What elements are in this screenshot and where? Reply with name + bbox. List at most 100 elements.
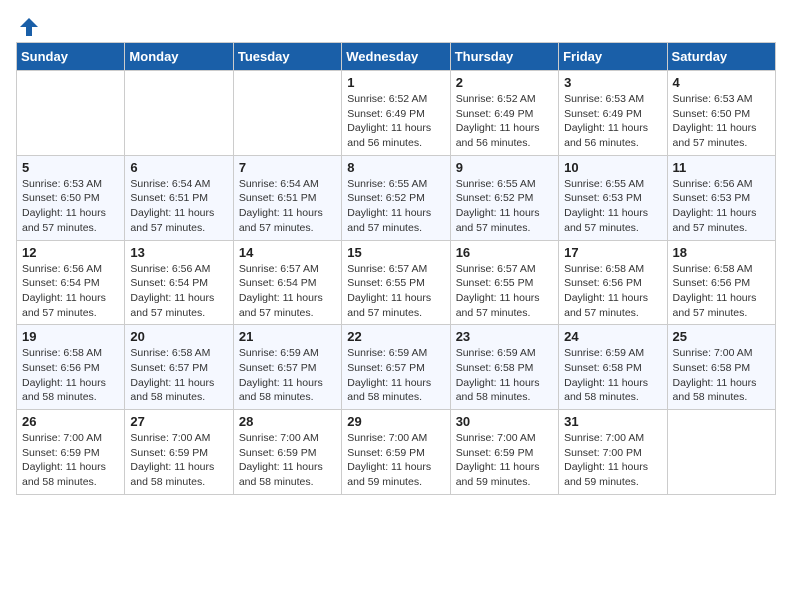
calendar-header-row: SundayMondayTuesdayWednesdayThursdayFrid… — [17, 43, 776, 71]
day-info: Sunrise: 6:58 AMSunset: 6:56 PMDaylight:… — [564, 262, 661, 321]
calendar-day-cell: 27Sunrise: 7:00 AMSunset: 6:59 PMDayligh… — [125, 410, 233, 495]
day-number: 31 — [564, 414, 661, 429]
day-number: 3 — [564, 75, 661, 90]
day-number: 4 — [673, 75, 770, 90]
day-info: Sunrise: 6:56 AMSunset: 6:54 PMDaylight:… — [22, 262, 119, 321]
calendar-day-cell — [667, 410, 775, 495]
day-info: Sunrise: 6:58 AMSunset: 6:57 PMDaylight:… — [130, 346, 227, 405]
calendar-day-cell: 1 Sunrise: 6:52 AMSunset: 6:49 PMDaylight… — [342, 71, 450, 156]
day-info: Sunrise: 6:58 AMSunset: 6:56 PMDaylight:… — [673, 262, 770, 321]
day-number: 30 — [456, 414, 553, 429]
day-info: Sunrise: 6:55 AMSunset: 6:53 PMDaylight:… — [564, 177, 661, 236]
day-number: 11 — [673, 160, 770, 175]
day-info: Sunrise: 6:53 AMSunset: 6:50 PMDaylight:… — [22, 177, 119, 236]
calendar-day-cell: 31 Sunrise: 7:00 AMSunset: 7:00 PMDayligh… — [559, 410, 667, 495]
day-of-week-header: Saturday — [667, 43, 775, 71]
day-info: Sunrise: 6:55 AMSunset: 6:52 PMDaylight:… — [347, 177, 444, 236]
calendar-day-cell: 7Sunrise: 6:54 AMSunset: 6:51 PMDaylight… — [233, 155, 341, 240]
calendar-day-cell — [233, 71, 341, 156]
logo-text — [16, 16, 42, 38]
calendar-day-cell: 17 Sunrise: 6:58 AMSunset: 6:56 PMDayligh… — [559, 240, 667, 325]
day-number: 25 — [673, 329, 770, 344]
day-number: 18 — [673, 245, 770, 260]
calendar-day-cell: 13 Sunrise: 6:56 AMSunset: 6:54 PMDayligh… — [125, 240, 233, 325]
day-info: Sunrise: 6:59 AMSunset: 6:58 PMDaylight:… — [564, 346, 661, 405]
day-number: 29 — [347, 414, 444, 429]
logo — [16, 16, 42, 34]
day-info: Sunrise: 6:52 AMSunset: 6:49 PMDaylight:… — [456, 92, 553, 151]
day-number: 8 — [347, 160, 444, 175]
day-of-week-header: Friday — [559, 43, 667, 71]
day-info: Sunrise: 6:57 AMSunset: 6:55 PMDaylight:… — [456, 262, 553, 321]
day-info: Sunrise: 7:00 AMSunset: 6:58 PMDaylight:… — [673, 346, 770, 405]
day-number: 5 — [22, 160, 119, 175]
day-number: 17 — [564, 245, 661, 260]
logo-icon — [18, 16, 40, 38]
calendar-day-cell: 10 Sunrise: 6:55 AMSunset: 6:53 PMDayligh… — [559, 155, 667, 240]
day-info: Sunrise: 6:58 AMSunset: 6:56 PMDaylight:… — [22, 346, 119, 405]
day-number: 19 — [22, 329, 119, 344]
day-info: Sunrise: 7:00 AMSunset: 6:59 PMDaylight:… — [347, 431, 444, 490]
day-of-week-header: Monday — [125, 43, 233, 71]
day-info: Sunrise: 6:59 AMSunset: 6:57 PMDaylight:… — [239, 346, 336, 405]
calendar-day-cell: 16 Sunrise: 6:57 AMSunset: 6:55 PMDayligh… — [450, 240, 558, 325]
calendar-table: SundayMondayTuesdayWednesdayThursdayFrid… — [16, 42, 776, 495]
calendar-day-cell: 11Sunrise: 6:56 AMSunset: 6:53 PMDayligh… — [667, 155, 775, 240]
day-number: 13 — [130, 245, 227, 260]
day-of-week-header: Thursday — [450, 43, 558, 71]
calendar-day-cell — [17, 71, 125, 156]
day-number: 21 — [239, 329, 336, 344]
day-info: Sunrise: 7:00 AMSunset: 6:59 PMDaylight:… — [456, 431, 553, 490]
day-number: 2 — [456, 75, 553, 90]
calendar-day-cell: 2 Sunrise: 6:52 AMSunset: 6:49 PMDaylight… — [450, 71, 558, 156]
calendar-week-row: 12 Sunrise: 6:56 AMSunset: 6:54 PMDayligh… — [17, 240, 776, 325]
day-info: Sunrise: 6:53 AMSunset: 6:49 PMDaylight:… — [564, 92, 661, 151]
day-info: Sunrise: 7:00 AMSunset: 7:00 PMDaylight:… — [564, 431, 661, 490]
calendar-day-cell: 20 Sunrise: 6:58 AMSunset: 6:57 PMDayligh… — [125, 325, 233, 410]
calendar-week-row: 5 Sunrise: 6:53 AMSunset: 6:50 PMDaylight… — [17, 155, 776, 240]
calendar-day-cell: 14 Sunrise: 6:57 AMSunset: 6:54 PMDayligh… — [233, 240, 341, 325]
day-number: 26 — [22, 414, 119, 429]
day-info: Sunrise: 6:53 AMSunset: 6:50 PMDaylight:… — [673, 92, 770, 151]
calendar-day-cell: 25 Sunrise: 7:00 AMSunset: 6:58 PMDayligh… — [667, 325, 775, 410]
day-number: 15 — [347, 245, 444, 260]
calendar-day-cell: 12 Sunrise: 6:56 AMSunset: 6:54 PMDayligh… — [17, 240, 125, 325]
calendar-day-cell: 15 Sunrise: 6:57 AMSunset: 6:55 PMDayligh… — [342, 240, 450, 325]
day-info: Sunrise: 6:52 AMSunset: 6:49 PMDaylight:… — [347, 92, 444, 151]
day-info: Sunrise: 6:57 AMSunset: 6:55 PMDaylight:… — [347, 262, 444, 321]
day-of-week-header: Tuesday — [233, 43, 341, 71]
day-number: 22 — [347, 329, 444, 344]
day-number: 12 — [22, 245, 119, 260]
day-number: 1 — [347, 75, 444, 90]
day-info: Sunrise: 6:56 AMSunset: 6:54 PMDaylight:… — [130, 262, 227, 321]
calendar-day-cell: 3 Sunrise: 6:53 AMSunset: 6:49 PMDaylight… — [559, 71, 667, 156]
day-number: 27 — [130, 414, 227, 429]
calendar-day-cell: 22 Sunrise: 6:59 AMSunset: 6:57 PMDayligh… — [342, 325, 450, 410]
day-number: 24 — [564, 329, 661, 344]
calendar-day-cell: 26 Sunrise: 7:00 AMSunset: 6:59 PMDayligh… — [17, 410, 125, 495]
calendar-week-row: 1 Sunrise: 6:52 AMSunset: 6:49 PMDaylight… — [17, 71, 776, 156]
day-number: 7 — [239, 160, 336, 175]
day-info: Sunrise: 6:59 AMSunset: 6:57 PMDaylight:… — [347, 346, 444, 405]
day-info: Sunrise: 7:00 AMSunset: 6:59 PMDaylight:… — [22, 431, 119, 490]
calendar-day-cell: 4 Sunrise: 6:53 AMSunset: 6:50 PMDaylight… — [667, 71, 775, 156]
day-number: 10 — [564, 160, 661, 175]
calendar-day-cell — [125, 71, 233, 156]
day-info: Sunrise: 6:57 AMSunset: 6:54 PMDaylight:… — [239, 262, 336, 321]
calendar-day-cell: 21 Sunrise: 6:59 AMSunset: 6:57 PMDayligh… — [233, 325, 341, 410]
calendar-week-row: 26 Sunrise: 7:00 AMSunset: 6:59 PMDayligh… — [17, 410, 776, 495]
day-number: 28 — [239, 414, 336, 429]
day-number: 14 — [239, 245, 336, 260]
day-number: 16 — [456, 245, 553, 260]
calendar-day-cell: 28 Sunrise: 7:00 AMSunset: 6:59 PMDayligh… — [233, 410, 341, 495]
calendar-day-cell: 24 Sunrise: 6:59 AMSunset: 6:58 PMDayligh… — [559, 325, 667, 410]
day-number: 20 — [130, 329, 227, 344]
calendar-week-row: 19 Sunrise: 6:58 AMSunset: 6:56 PMDayligh… — [17, 325, 776, 410]
day-info: Sunrise: 6:54 AMSunset: 6:51 PMDaylight:… — [130, 177, 227, 236]
day-number: 23 — [456, 329, 553, 344]
day-of-week-header: Wednesday — [342, 43, 450, 71]
day-number: 9 — [456, 160, 553, 175]
header — [16, 16, 776, 34]
day-of-week-header: Sunday — [17, 43, 125, 71]
day-info: Sunrise: 7:00 AMSunset: 6:59 PMDaylight:… — [239, 431, 336, 490]
